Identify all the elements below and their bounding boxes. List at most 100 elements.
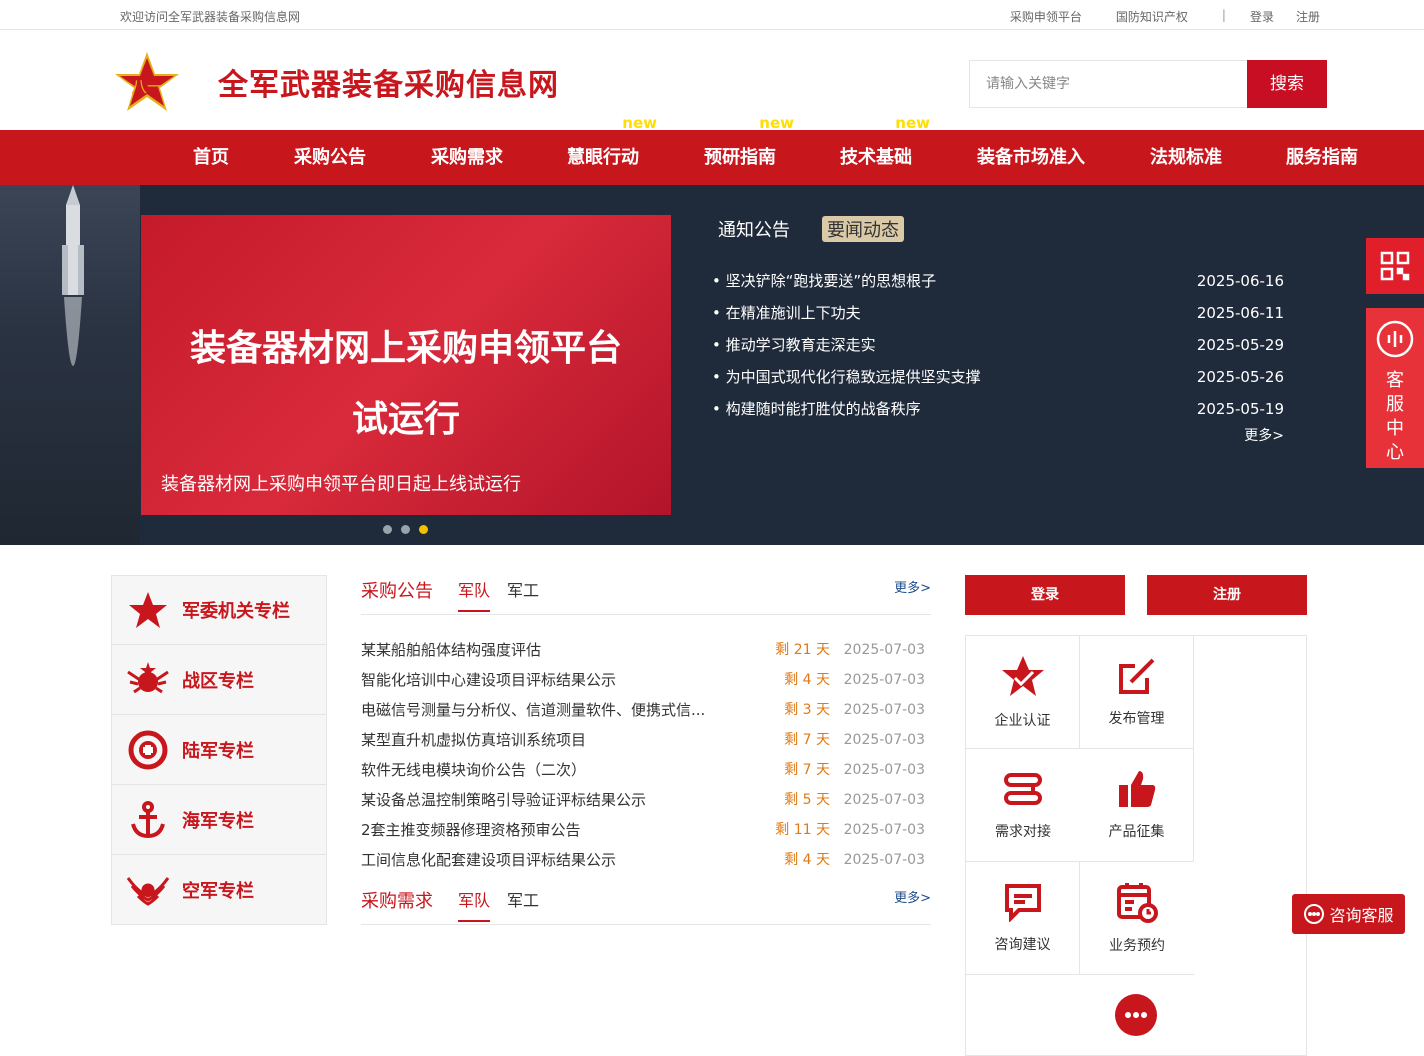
- column-airforce[interactable]: 空军专栏: [111, 855, 327, 925]
- qr-code-icon[interactable]: [1366, 238, 1424, 294]
- list-item[interactable]: 电磁信号测量与分析仪、信道测量软件、便携式信... 剩 3 天 2025-07-03: [361, 695, 931, 725]
- remaining-days: 剩 21 天: [775, 642, 830, 658]
- customer-service-center[interactable]: 客服中心: [1366, 308, 1424, 468]
- tab-news[interactable]: 要闻动态: [822, 216, 904, 242]
- chat-service-button[interactable]: 咨询客服: [1292, 894, 1405, 934]
- site-name[interactable]: 全军武器装备采购信息网: [218, 60, 559, 104]
- news-date: 2025-05-19: [1196, 400, 1284, 418]
- floating-side-panel: 客服中心: [1366, 238, 1424, 468]
- top-login-link[interactable]: 登录: [1250, 8, 1274, 25]
- column-navy[interactable]: 海军专栏: [111, 785, 327, 855]
- item-title: 2套主推变频器修理资格预审公告: [361, 821, 581, 839]
- procurement-section: 采购公告 军队 军工 更多> 某某船舶船体结构强度评估 剩 21 天 2025-07…: [361, 575, 931, 925]
- ip-link[interactable]: 国防知识产权: [1116, 8, 1188, 25]
- tab-industry[interactable]: 军工: [507, 577, 539, 601]
- list-item[interactable]: 某某船舶船体结构强度评估 剩 21 天 2025-07-03: [361, 635, 931, 665]
- column-label: 战区专栏: [182, 670, 254, 692]
- item-title: 电磁信号测量与分析仪、信道测量软件、便携式信...: [361, 701, 706, 719]
- tab-military[interactable]: 军队: [458, 887, 491, 922]
- procurement-list: 某某船舶船体结构强度评估 剩 21 天 2025-07-03 智能化培训中心建设项目…: [361, 635, 931, 875]
- nav-huiyan[interactable]: 慧眼行动 new: [567, 114, 657, 185]
- certified-star-icon: [1001, 656, 1044, 696]
- news-more-link[interactable]: 更多>: [1244, 425, 1284, 445]
- item-title: 某设备总温控制策略引导验证评标结果公示: [361, 791, 647, 809]
- service-consult[interactable]: 咨询建议: [966, 862, 1080, 975]
- procurement-more-link[interactable]: 更多>: [894, 577, 931, 596]
- demand-more-link[interactable]: 更多>: [894, 887, 931, 906]
- item-date: 2025-07-03: [843, 822, 925, 838]
- item-date: 2025-07-03: [843, 642, 925, 658]
- login-button[interactable]: 登录: [965, 575, 1125, 615]
- list-item[interactable]: 某设备总温控制策略引导验证评标结果公示 剩 5 天 2025-07-03: [361, 785, 931, 815]
- service-enterprise-cert[interactable]: 企业认证: [966, 636, 1080, 749]
- news-item[interactable]: • 构建随时能打胜仗的战备秩序 2025-05-19: [712, 393, 1284, 425]
- service-matching[interactable]: 需求对接: [966, 749, 1080, 862]
- service-publish[interactable]: 发布管理: [1080, 636, 1194, 749]
- carousel-dot[interactable]: [401, 525, 410, 534]
- procurement-title[interactable]: 采购公告: [361, 577, 433, 603]
- item-title: 工间信息化配套建设项目评标结果公示: [361, 851, 617, 869]
- item-date: 2025-07-03: [843, 762, 925, 778]
- search-input[interactable]: 请输入关键字: [969, 60, 1247, 108]
- carousel-dot[interactable]: [383, 525, 392, 534]
- tab-military[interactable]: 军队: [458, 577, 491, 612]
- column-theater[interactable]: 战区专栏: [111, 645, 327, 715]
- nav-label: 采购公告: [294, 147, 366, 168]
- search-button[interactable]: 搜索: [1247, 60, 1327, 108]
- carousel-dot-active[interactable]: [419, 525, 428, 534]
- nav-tech-basis[interactable]: 技术基础 new: [840, 114, 930, 185]
- service-label: 业务预约: [1109, 938, 1165, 954]
- news-list: • 坚决铲除“跑找要送”的思想根子 2025-06-16 • 在精准施训上下功夫 2…: [712, 265, 1284, 425]
- chat-label: 咨询客服: [1329, 906, 1394, 925]
- site-logo-star-icon[interactable]: 八一: [112, 50, 182, 114]
- list-item[interactable]: 2套主推变频器修理资格预审公告 剩 11 天 2025-07-03: [361, 815, 931, 845]
- news-item[interactable]: • 在精准施训上下功夫 2025-06-11: [712, 297, 1284, 329]
- tab-industry[interactable]: 军工: [507, 887, 539, 911]
- more-services[interactable]: [966, 975, 1306, 1055]
- column-label: 空军专栏: [182, 880, 254, 902]
- chat-bubble-icon: [1304, 904, 1325, 924]
- service-grid: 企业认证 发布管理 需求对接 产品征集 咨询建议 业务预约: [965, 635, 1307, 1056]
- news-item[interactable]: • 推动学习教育走深走实 2025-05-29: [712, 329, 1284, 361]
- news-panel: 通知公告 要闻动态 • 坚决铲除“跑找要送”的思想根子 2025-06-16 • …: [712, 215, 1284, 444]
- nav-label: 慧眼行动: [567, 147, 639, 168]
- list-item[interactable]: 软件无线电模块询价公告（二次） 剩 7 天 2025-07-03: [361, 755, 931, 785]
- service-product-collect[interactable]: 产品征集: [1080, 749, 1194, 862]
- connect-icon: [1004, 773, 1042, 805]
- nav-home[interactable]: 首页: [193, 130, 229, 185]
- nav-procurement-notice[interactable]: 采购公告: [294, 130, 366, 185]
- banner-slide[interactable]: 装备器材网上采购申领平台 试运行 装备器材网上采购申领平台即日起上线试运行: [141, 215, 671, 515]
- nav-research-guide[interactable]: 预研指南 new: [704, 114, 794, 185]
- top-register-link[interactable]: 注册: [1296, 8, 1320, 25]
- column-list: 军委机关专栏 战区专栏 陆军专栏 海军专栏 空军专栏: [111, 575, 327, 925]
- nav-service-guide[interactable]: 服务指南: [1286, 130, 1358, 185]
- nav-label: 采购需求: [431, 147, 503, 168]
- column-label: 海军专栏: [182, 810, 254, 832]
- service-appointment[interactable]: 业务预约: [1080, 862, 1194, 975]
- tab-notices[interactable]: 通知公告: [712, 216, 796, 242]
- procurement-platform-link[interactable]: 采购申领平台: [1010, 8, 1082, 25]
- list-item[interactable]: 智能化培训中心建设项目评标结果公示 剩 4 天 2025-07-03: [361, 665, 931, 695]
- list-item[interactable]: 某型直升机虚拟仿真培训系统项目 剩 7 天 2025-07-03: [361, 725, 931, 755]
- list-item[interactable]: 工间信息化配套建设项目评标结果公示 剩 4 天 2025-07-03: [361, 845, 931, 875]
- new-badge: new: [622, 114, 657, 132]
- nav-regulations[interactable]: 法规标准: [1150, 130, 1222, 185]
- nav-market-access[interactable]: 装备市场准入: [977, 130, 1085, 185]
- column-label: 陆军专栏: [182, 740, 254, 762]
- column-label: 军委机关专栏: [182, 601, 290, 622]
- column-army[interactable]: 陆军专栏: [111, 715, 327, 785]
- news-item[interactable]: • 坚决铲除“跑找要送”的思想根子 2025-06-16: [712, 265, 1284, 297]
- news-title: 为中国式现代化行稳致远提供坚实支撑: [725, 368, 981, 386]
- search-bar: 请输入关键字 搜索: [969, 60, 1327, 108]
- news-item[interactable]: • 为中国式现代化行稳致远提供坚实支撑 2025-05-26: [712, 361, 1284, 393]
- top-bar: 欢迎访问全军武器装备采购信息网 采购申领平台 国防知识产权 | 登录 注册: [0, 0, 1424, 30]
- news-date: 2025-06-11: [1196, 304, 1284, 322]
- demand-title[interactable]: 采购需求: [361, 887, 433, 913]
- item-date: 2025-07-03: [843, 852, 925, 868]
- register-button[interactable]: 注册: [1147, 575, 1307, 615]
- service-label: 产品征集: [1108, 824, 1165, 840]
- nav-procurement-demand[interactable]: 采购需求: [431, 130, 503, 185]
- new-badge: new: [759, 114, 794, 132]
- thumbs-up-icon: [1118, 771, 1155, 807]
- column-cmc[interactable]: 军委机关专栏: [111, 575, 327, 645]
